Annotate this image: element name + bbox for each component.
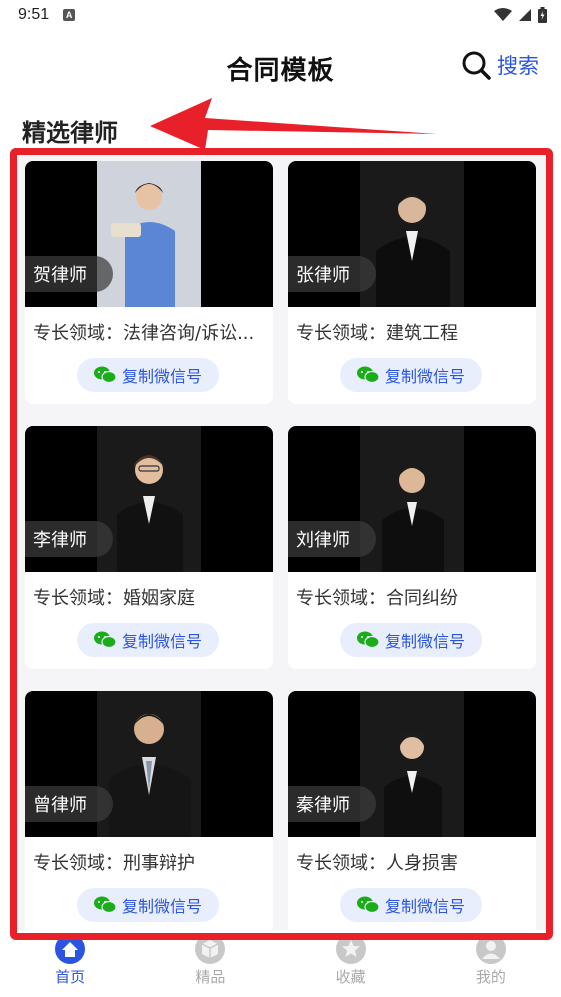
star-icon	[335, 934, 366, 964]
tab-featured[interactable]: 精品	[140, 930, 280, 997]
copy-wechat-button[interactable]: 复制微信号	[340, 623, 482, 657]
lawyer-card[interactable]: 贺律师 专长领域：法律咨询/诉讼... 复制微信号	[25, 161, 273, 404]
lawyer-card[interactable]: 张律师 专长领域：建筑工程 复制微信号	[288, 161, 536, 404]
lawyer-grid: 贺律师 专长领域：法律咨询/诉讼... 复制微信号 张律师 专长领域：建筑工程 …	[10, 148, 553, 940]
status-time: 9:51	[18, 6, 50, 23]
copy-wechat-label: 复制微信号	[384, 367, 465, 386]
tab-label: 首页	[55, 968, 86, 986]
wechat-icon	[93, 896, 116, 914]
lawyer-specialty: 专长领域：合同纠纷	[296, 588, 458, 609]
wechat-icon	[93, 366, 116, 384]
user-icon	[475, 934, 506, 964]
section-title: 精选律师	[22, 119, 118, 147]
copy-wechat-label: 复制微信号	[384, 897, 465, 916]
notification-a-icon: A	[63, 9, 76, 21]
search-icon	[462, 51, 491, 80]
page-title: 合同模板	[226, 55, 335, 86]
status-bar: 9:51 A	[0, 0, 561, 30]
copy-wechat-label: 复制微信号	[384, 632, 465, 651]
lawyer-card[interactable]: 秦律师 专长领域：人身损害 复制微信号	[288, 691, 536, 934]
copy-wechat-label: 复制微信号	[121, 897, 202, 916]
wechat-icon	[356, 366, 379, 384]
lawyer-name: 曾律师	[25, 786, 113, 822]
lawyer-name: 刘律师	[288, 521, 376, 557]
copy-wechat-button[interactable]: 复制微信号	[77, 888, 219, 922]
bottom-tab-bar: 首页 精品 收藏 我的	[0, 930, 561, 997]
copy-wechat-button[interactable]: 复制微信号	[77, 623, 219, 657]
lawyer-card[interactable]: 刘律师 专长领域：合同纠纷 复制微信号	[288, 426, 536, 669]
lawyer-specialty: 专长领域：婚姻家庭	[33, 588, 195, 609]
lawyer-card[interactable]: 李律师 专长领域：婚姻家庭 复制微信号	[25, 426, 273, 669]
lawyer-specialty: 专长领域：刑事辩护	[33, 853, 195, 874]
lawyer-specialty: 专长领域：人身损害	[296, 853, 458, 874]
search-button[interactable]: 搜索	[461, 50, 539, 80]
signal-icon	[519, 9, 531, 21]
header: 合同模板 搜索	[0, 30, 561, 106]
status-icons	[494, 7, 547, 23]
search-label: 搜索	[497, 54, 539, 78]
copy-wechat-button[interactable]: 复制微信号	[77, 358, 219, 392]
wechat-icon	[356, 631, 379, 649]
tab-mine[interactable]: 我的	[421, 930, 561, 997]
lawyer-name: 张律师	[288, 256, 376, 292]
wifi-icon	[494, 8, 512, 21]
wechat-icon	[356, 896, 379, 914]
lawyer-name: 秦律师	[288, 786, 376, 822]
lawyer-name: 李律师	[25, 521, 113, 557]
tab-favorites[interactable]: 收藏	[281, 930, 421, 997]
lawyer-card[interactable]: 曾律师 专长领域：刑事辩护 复制微信号	[25, 691, 273, 934]
cube-icon	[195, 934, 226, 964]
copy-wechat-button[interactable]: 复制微信号	[340, 888, 482, 922]
battery-icon	[538, 7, 547, 23]
lawyer-name: 贺律师	[25, 256, 113, 292]
lawyer-specialty: 专长领域：建筑工程	[296, 323, 458, 344]
lawyer-specialty: 专长领域：法律咨询/诉讼...	[33, 323, 255, 344]
tab-label: 精品	[195, 968, 226, 986]
copy-wechat-button[interactable]: 复制微信号	[340, 358, 482, 392]
tab-home[interactable]: 首页	[0, 930, 140, 997]
home-icon	[55, 934, 86, 964]
tab-label: 我的	[475, 968, 506, 986]
wechat-icon	[93, 631, 116, 649]
copy-wechat-label: 复制微信号	[121, 367, 202, 386]
tab-label: 收藏	[335, 968, 366, 986]
copy-wechat-label: 复制微信号	[121, 632, 202, 651]
